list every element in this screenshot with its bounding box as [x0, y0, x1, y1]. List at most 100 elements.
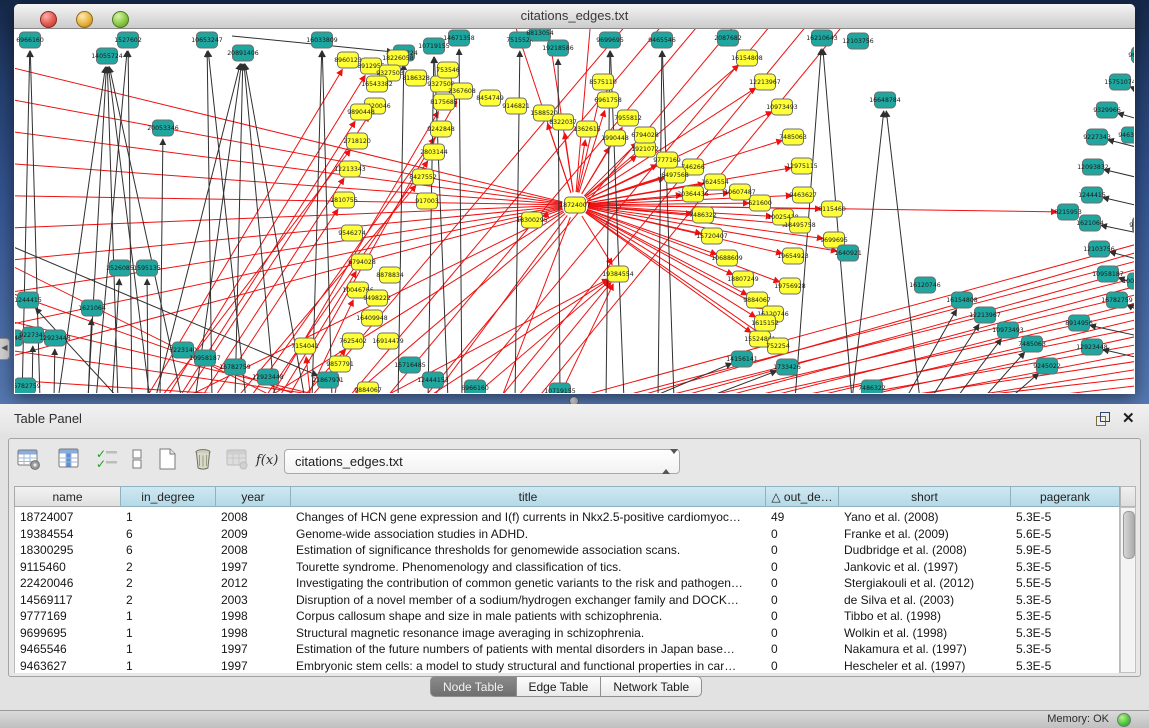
table-cell[interactable]: 5.3E-5 [1010, 559, 1120, 576]
graph-node[interactable]: 10973493 [992, 322, 1024, 338]
table-cell[interactable]: 19384554 [14, 526, 120, 543]
graph-node[interactable]: 7625402 [339, 333, 367, 349]
table-cell[interactable]: 1998 [215, 625, 290, 642]
table-cell[interactable]: Estimation of the future numbers of pati… [290, 641, 765, 658]
table-cell[interactable]: 6 [120, 526, 215, 543]
graph-node[interactable]: 6794028 [631, 127, 659, 143]
table-cell[interactable]: Tibbo et al. (1998) [838, 608, 1010, 625]
graph-node[interactable]: 1362615 [573, 121, 601, 137]
graph-node[interactable]: 9463627 [1118, 127, 1134, 143]
table-cell[interactable]: 5.5E-5 [1010, 575, 1120, 592]
graph-node[interactable]: 1624554 [701, 174, 729, 190]
scrollbar-thumb[interactable] [1123, 511, 1135, 559]
graph-node[interactable]: 12103756 [842, 33, 874, 49]
graph-node[interactable]: 12103756 [1083, 241, 1115, 257]
graph-node[interactable]: 1621064 [1076, 215, 1104, 231]
graph-node[interactable]: 1810755 [330, 192, 358, 208]
table-cell[interactable]: Disruption of a novel member of a sodium… [290, 592, 765, 609]
select-rows-icon[interactable]: ✓✓ [94, 446, 122, 474]
table-cell[interactable]: Genome-wide association studies in ADHD. [290, 526, 765, 543]
graph-node[interactable]: 19218586 [542, 40, 574, 56]
graph-node[interactable]: 10958187 [1092, 266, 1124, 282]
graph-node[interactable]: 1244415 [15, 292, 42, 308]
close-panel-icon[interactable]: ✕ [1122, 409, 1135, 427]
graph-node[interactable]: 9699695 [596, 32, 624, 48]
column-header-pagerank[interactable]: pagerank [1010, 486, 1120, 507]
table-cell[interactable]: 9699695 [14, 625, 120, 642]
graph-node[interactable]: 16648784 [869, 92, 901, 108]
graph-node[interactable]: 7485063 [779, 129, 807, 145]
graph-node[interactable]: 8175685 [430, 94, 458, 110]
table-cell[interactable]: Structural magnetic resonance image aver… [290, 625, 765, 642]
graph-node[interactable]: 9699695 [1128, 47, 1134, 63]
graph-node[interactable]: 1621064 [78, 300, 106, 316]
table-cell[interactable]: 0 [765, 592, 838, 609]
graph-node[interactable]: 752254 [766, 338, 790, 354]
import-table-icon[interactable] [224, 446, 252, 474]
graph-node[interactable]: 8454749 [476, 90, 504, 106]
delete-table-icon[interactable] [190, 446, 218, 474]
table-cell[interactable]: 1 [120, 658, 215, 675]
graph-node[interactable]: 18724007 [559, 197, 591, 213]
table-cell[interactable]: 9463627 [14, 658, 120, 675]
table-cell[interactable]: 1 [120, 641, 215, 658]
graph-node[interactable]: 7486322 [689, 207, 717, 223]
graph-node[interactable]: 7485063 [1018, 336, 1046, 352]
graph-node[interactable]: 9329966 [1093, 102, 1121, 118]
graph-node[interactable]: 16154808 [731, 50, 763, 66]
column-header-short[interactable]: short [838, 486, 1010, 507]
graph-node[interactable]: 9890448 [347, 104, 375, 120]
table-cell[interactable]: Tourette syndrome. Phenomenology and cla… [290, 559, 765, 576]
table-cell[interactable]: 1997 [215, 641, 290, 658]
table-cell[interactable]: 9465546 [14, 641, 120, 658]
graph-node[interactable]: 8575110 [589, 74, 617, 90]
table-cell[interactable]: Franke et al. (2009) [838, 526, 1010, 543]
table-cell[interactable]: 18724007 [14, 509, 120, 526]
table-cell[interactable]: 5.3E-5 [1010, 608, 1120, 625]
column-header-name[interactable]: name [14, 486, 120, 507]
graph-node[interactable]: 1733426 [773, 359, 801, 375]
table-cell[interactable]: 5.3E-5 [1010, 625, 1120, 642]
graph-node[interactable]: 21867971 [312, 372, 344, 388]
table-cell[interactable]: 9777169 [14, 608, 120, 625]
graph-node[interactable]: 14055724 [91, 48, 123, 64]
graph-node[interactable]: 8960123 [334, 52, 362, 68]
table-cell[interactable]: 0 [765, 608, 838, 625]
graph-node[interactable]: 9245022 [1033, 358, 1061, 374]
network-view-canvas[interactable]: 1872400769661601405572415276021065324720… [15, 29, 1134, 393]
table-cell[interactable]: 18300295 [14, 542, 120, 559]
table-cell[interactable]: 0 [765, 641, 838, 658]
graph-node[interactable]: 12213967 [969, 307, 1001, 323]
graph-node[interactable]: 15751074 [1104, 74, 1134, 90]
column-header-out_de[interactable]: △ out_de… [765, 486, 838, 507]
graph-node[interactable]: 8427552 [409, 169, 437, 185]
table-settings-icon[interactable] [16, 446, 44, 474]
graph-node[interactable]: 8878834 [376, 267, 404, 283]
table-cell[interactable]: 0 [765, 575, 838, 592]
graph-node[interactable]: 9777169 [653, 152, 681, 168]
table-cell[interactable]: 49 [765, 509, 838, 526]
table-cell[interactable]: Changes of HCN gene expression and I(f) … [290, 509, 765, 526]
graph-node[interactable]: 9465546 [648, 32, 676, 48]
table-cell[interactable]: 5.3E-5 [1010, 658, 1120, 675]
table-cell[interactable]: 2008 [215, 542, 290, 559]
zoom-window-button[interactable] [112, 11, 129, 28]
table-cell[interactable]: Stergiakouli et al. (2012) [838, 575, 1010, 592]
tab-node-table[interactable]: Node Table [430, 676, 517, 697]
graph-node[interactable]: 9463627 [789, 187, 817, 203]
graph-node[interactable]: 6497568 [661, 167, 689, 183]
table-cell[interactable]: 0 [765, 542, 838, 559]
table-vertical-scrollbar[interactable] [1120, 507, 1136, 673]
table-cell[interactable]: 2012 [215, 575, 290, 592]
table-cell[interactable]: 2003 [215, 592, 290, 609]
citation-network-graph[interactable]: 1872400769661601405572415276021065324720… [15, 29, 1134, 393]
table-column-icon[interactable] [56, 446, 84, 474]
table-cell[interactable]: 1998 [215, 608, 290, 625]
table-cell[interactable]: 1997 [215, 559, 290, 576]
graph-node[interactable]: 6966160 [16, 32, 44, 48]
graph-node[interactable]: 753546 [436, 62, 460, 78]
table-cell[interactable]: 1 [120, 625, 215, 642]
table-cell[interactable]: 6 [120, 542, 215, 559]
graph-node[interactable]: 621600 [748, 195, 772, 211]
graph-node[interactable]: 1640921 [834, 245, 862, 261]
